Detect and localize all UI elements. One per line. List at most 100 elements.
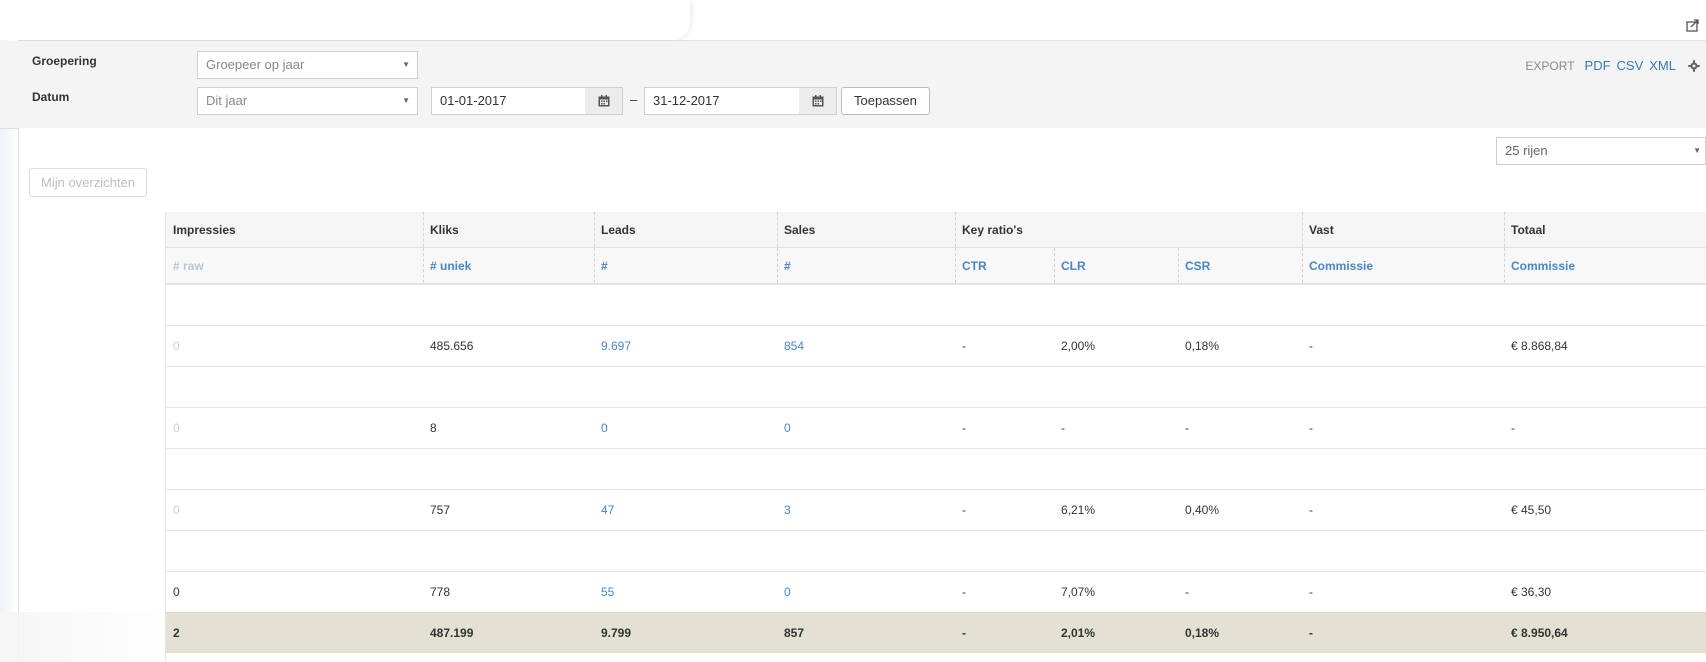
share-icon[interactable] bbox=[1686, 18, 1700, 32]
subheader-clr[interactable]: CLR bbox=[1054, 248, 1178, 283]
chevron-down-icon: ▼ bbox=[402, 60, 410, 69]
subheader-raw[interactable]: # raw bbox=[166, 248, 423, 283]
cell-impressions: 0 bbox=[173, 503, 180, 517]
total-clr: 2,01% bbox=[1061, 626, 1096, 640]
cell-csr: - bbox=[1185, 585, 1189, 599]
cell-leads-link[interactable]: 47 bbox=[594, 490, 777, 530]
column-divider bbox=[1504, 248, 1505, 283]
date-range-separator: – bbox=[630, 92, 638, 107]
cell-impressions: 0 bbox=[173, 585, 180, 599]
export-xml-link[interactable]: XML bbox=[1649, 58, 1676, 73]
cell-sales-link[interactable]: 0 bbox=[777, 408, 955, 448]
cell-clr: - bbox=[1061, 421, 1065, 435]
date-to-input[interactable]: 31-12-2017 bbox=[644, 87, 800, 115]
cell-clicks: 485.656 bbox=[430, 339, 474, 353]
column-divider bbox=[1302, 212, 1303, 247]
subheader-totaal-commissie[interactable]: Commissie bbox=[1504, 248, 1706, 283]
cell-clr: 7,07% bbox=[1061, 585, 1096, 599]
table-row[interactable]: 0 778 55 0 - 7,07% - - € 36,30 bbox=[166, 571, 1706, 612]
table-sub-header: # raw # uniek # # CTR CLR CSR Commissie … bbox=[166, 248, 1706, 284]
header-sales[interactable]: Sales bbox=[777, 212, 955, 247]
column-divider bbox=[423, 212, 424, 247]
total-sales: 857 bbox=[784, 626, 805, 640]
cell-vast-commission: - bbox=[1309, 503, 1313, 517]
cell-sales-link[interactable]: 0 bbox=[777, 572, 955, 612]
cell-csr: 0,40% bbox=[1185, 503, 1220, 517]
cell-impressions: 0 bbox=[173, 339, 180, 353]
cell-clicks: 757 bbox=[430, 503, 451, 517]
header-leads[interactable]: Leads bbox=[594, 212, 777, 247]
cell-clicks: 8 bbox=[430, 421, 437, 435]
header-vast[interactable]: Vast bbox=[1302, 212, 1504, 247]
subheader-sales-count[interactable]: # bbox=[777, 248, 955, 283]
cell-ctr: - bbox=[962, 585, 966, 599]
date-preset-value: Dit jaar bbox=[206, 93, 248, 108]
cell-sales-link[interactable]: 3 bbox=[777, 490, 955, 530]
header-kliks[interactable]: Kliks bbox=[423, 212, 594, 247]
subheader-uniek[interactable]: # uniek bbox=[423, 248, 594, 283]
date-to-calendar-button[interactable] bbox=[799, 87, 837, 115]
cell-total-commission: € 45,50 bbox=[1511, 503, 1552, 517]
rows-per-page-select[interactable]: 25 rijen ▼ bbox=[1496, 137, 1706, 165]
blurred-header-tab bbox=[0, 0, 690, 40]
column-divider bbox=[1504, 212, 1505, 247]
cell-vast-commission: - bbox=[1309, 585, 1313, 599]
column-divider bbox=[594, 212, 595, 247]
column-divider bbox=[777, 248, 778, 283]
column-divider bbox=[777, 212, 778, 247]
cell-clr: 6,21% bbox=[1061, 503, 1096, 517]
date-from-calendar-button[interactable] bbox=[585, 87, 623, 115]
total-ctr: - bbox=[962, 626, 966, 640]
chevron-down-icon: ▼ bbox=[1693, 146, 1701, 155]
column-divider bbox=[955, 212, 956, 247]
grouping-label: Groepering bbox=[32, 54, 97, 68]
header-impressies[interactable]: Impressies bbox=[166, 212, 423, 247]
top-bar bbox=[0, 0, 1706, 41]
grouping-select[interactable]: Groepeer op jaar ▼ bbox=[197, 51, 418, 79]
column-divider bbox=[955, 248, 956, 283]
column-divider bbox=[1054, 248, 1055, 283]
bottom-left-shade bbox=[0, 612, 166, 662]
totals-row: 2 487.199 9.799 857 - 2,01% 0,18% - € 8.… bbox=[166, 612, 1706, 653]
cell-sales-link[interactable]: 854 bbox=[777, 326, 955, 366]
left-edge-shade bbox=[0, 40, 18, 662]
group-row bbox=[166, 366, 1706, 407]
group-row bbox=[166, 284, 1706, 325]
cell-vast-commission: - bbox=[1309, 339, 1313, 353]
subheader-csr[interactable]: CSR bbox=[1178, 248, 1302, 283]
subheader-ctr[interactable]: CTR bbox=[955, 248, 1054, 283]
export-pdf-link[interactable]: PDF bbox=[1585, 58, 1611, 73]
date-preset-select[interactable]: Dit jaar ▼ bbox=[197, 87, 418, 115]
total-vast-commission: - bbox=[1309, 626, 1313, 640]
apply-button[interactable]: Toepassen bbox=[841, 87, 930, 115]
column-divider bbox=[423, 248, 424, 283]
cell-ctr: - bbox=[962, 503, 966, 517]
table-row[interactable]: 0 8 0 0 - - - - - bbox=[166, 407, 1706, 448]
column-divider bbox=[1178, 248, 1179, 283]
header-totaal[interactable]: Totaal bbox=[1504, 212, 1706, 247]
cell-leads-link[interactable]: 55 bbox=[594, 572, 777, 612]
date-from-input[interactable]: 01-01-2017 bbox=[431, 87, 586, 115]
filter-bar: Groepering Groepeer op jaar ▼ Datum Dit … bbox=[0, 41, 1706, 129]
subheader-leads-count[interactable]: # bbox=[594, 248, 777, 283]
cell-total-commission: € 8.868,84 bbox=[1511, 339, 1568, 353]
header-key-ratios[interactable]: Key ratio's bbox=[955, 212, 1302, 247]
export-bar: EXPORT PDF CSV XML bbox=[1525, 58, 1700, 73]
gear-icon[interactable] bbox=[1688, 59, 1700, 72]
column-divider bbox=[594, 248, 595, 283]
column-divider bbox=[1302, 248, 1303, 283]
cell-clr: 2,00% bbox=[1061, 339, 1096, 353]
table-group-header: Impressies Kliks Leads Sales Key ratio's… bbox=[166, 212, 1706, 248]
cell-leads-link[interactable]: 0 bbox=[594, 408, 777, 448]
export-label: EXPORT bbox=[1525, 58, 1575, 73]
subheader-vast-commissie[interactable]: Commissie bbox=[1302, 248, 1504, 283]
cell-csr: 0,18% bbox=[1185, 339, 1220, 353]
export-csv-link[interactable]: CSV bbox=[1617, 58, 1644, 73]
cell-leads-link[interactable]: 9.697 bbox=[594, 326, 777, 366]
total-clicks: 487.199 bbox=[430, 626, 474, 640]
table-row[interactable]: 0 757 47 3 - 6,21% 0,40% - € 45,50 bbox=[166, 489, 1706, 530]
my-overviews-button[interactable]: Mijn overzichten bbox=[29, 168, 147, 197]
total-leads: 9.799 bbox=[601, 626, 632, 640]
table-row[interactable]: 0 485.656 9.697 854 - 2,00% 0,18% - € 8.… bbox=[166, 325, 1706, 366]
cell-clicks: 778 bbox=[430, 585, 451, 599]
